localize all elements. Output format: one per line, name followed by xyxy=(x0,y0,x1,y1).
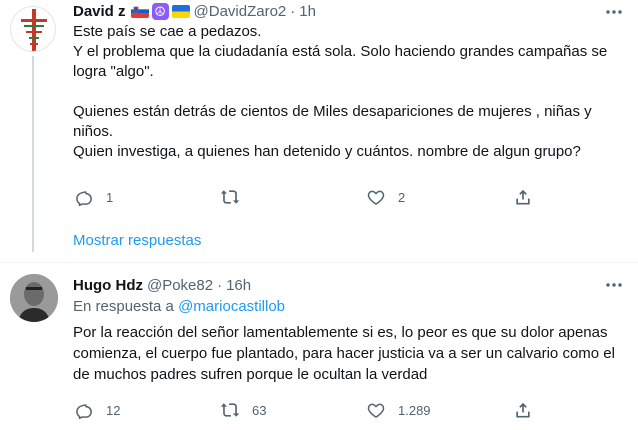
share-button[interactable] xyxy=(513,400,533,420)
reply-count: 1 xyxy=(106,189,114,205)
separator-dot: · xyxy=(217,276,223,294)
tweet-actions: 12 63 1.289 xyxy=(68,400,548,424)
text-line: Quienes están detrás de cientos de Miles… xyxy=(73,103,592,140)
like-count: 2 xyxy=(398,189,406,205)
thread-line xyxy=(32,56,34,252)
timestamp[interactable]: 1h xyxy=(299,3,316,20)
reply-button[interactable]: 12 xyxy=(74,400,120,420)
like-icon xyxy=(367,190,385,205)
reply-icon xyxy=(76,191,92,207)
name-emojis: ☮ xyxy=(130,2,190,20)
tweet-actions: 1 2 xyxy=(68,187,548,211)
avatar[interactable] xyxy=(10,6,56,52)
thread-dots-icon xyxy=(32,229,34,244)
show-replies-link[interactable]: Mostrar respuestas xyxy=(73,232,201,249)
more-icon[interactable] xyxy=(604,2,624,22)
slovenia-flag-icon xyxy=(130,4,149,18)
reply-icon xyxy=(76,404,92,420)
retweet-count: 63 xyxy=(252,402,267,418)
retweet-icon xyxy=(220,403,240,417)
reply-count: 12 xyxy=(106,402,121,418)
retweet-button[interactable] xyxy=(220,187,240,207)
user-handle[interactable]: @DavidZaro2 xyxy=(194,3,287,20)
text-line: Y el problema que la ciudadanía está sol… xyxy=(73,43,608,80)
retweet-icon xyxy=(220,190,240,204)
reply-prefix: En respuesta a xyxy=(73,298,174,315)
share-button[interactable] xyxy=(513,187,533,207)
reply-context: En respuesta a @mariocastillob xyxy=(73,298,285,315)
separator-dot: · xyxy=(290,2,296,20)
user-handle[interactable]: @Poke82 xyxy=(147,277,213,294)
more-icon[interactable] xyxy=(604,275,624,295)
reply-button[interactable]: 1 xyxy=(74,187,113,207)
like-icon xyxy=(367,403,385,418)
display-name[interactable]: David z xyxy=(73,3,126,20)
like-button[interactable]: 2 xyxy=(366,187,405,207)
tweet-header: Hugo Hdz @Poke82 · 16h xyxy=(73,275,251,295)
reply-to-link[interactable]: @mariocastillob xyxy=(178,298,285,315)
text-line: Quien investiga, a quienes han detenido … xyxy=(73,143,581,160)
display-name[interactable]: Hugo Hdz xyxy=(73,277,143,294)
avatar[interactable] xyxy=(10,274,58,322)
tweet-header: David z ☮ @DavidZaro2 · 1h xyxy=(73,1,316,21)
retweet-button[interactable]: 63 xyxy=(220,400,266,420)
peace-icon: ☮ xyxy=(151,2,169,20)
ukraine-flag-icon xyxy=(171,4,190,18)
like-count: 1.289 xyxy=(398,402,431,418)
like-button[interactable]: 1.289 xyxy=(366,400,431,420)
share-icon xyxy=(516,402,530,418)
text-line: Este país se cae a pedazos. xyxy=(73,23,262,40)
tweet-text: Este país se cae a pedazos. Y el problem… xyxy=(73,22,629,162)
tweet-david[interactable]: David z ☮ @DavidZaro2 · 1h Este país se … xyxy=(0,0,638,262)
timestamp[interactable]: 16h xyxy=(226,277,251,294)
tweet-text: Por la reacción del señor lamentablement… xyxy=(73,324,615,383)
share-icon xyxy=(516,189,530,205)
